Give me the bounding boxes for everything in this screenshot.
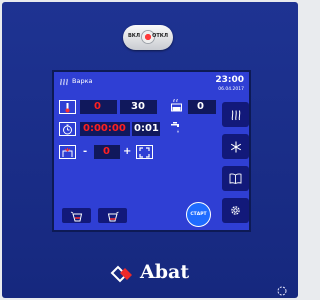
elapsed-time-value: 0:00:00 [83,123,126,134]
fullscreen-button[interactable] [136,145,153,159]
touch-screen: Варка 23:00 06.04.2017 0 30 0 0:00:00 0:… [52,70,251,232]
load-button[interactable] [98,208,127,223]
set-time-value[interactable]: 0:01 [134,123,159,134]
snowflake-icon [230,141,241,152]
start-button[interactable]: СТАРТ [186,202,211,227]
steam-icon [231,109,240,120]
mode-title: Варка [72,77,93,85]
set-temp-value[interactable]: 30 [131,101,145,112]
elapsed-time-box: 0:00:00 [80,122,130,136]
settings-button[interactable] [222,198,249,223]
level-plus-button[interactable]: + [123,146,131,157]
rotate-icon [277,286,287,296]
set-temp-box[interactable]: 30 [120,100,157,114]
power-switch[interactable]: ВКЛ ОТКЛ [123,25,173,50]
recipe-book-button[interactable] [222,166,249,191]
unload-button[interactable] [62,208,91,223]
thermometer-icon [65,102,70,112]
pot-icon[interactable] [170,99,183,113]
steam-icon [60,78,68,86]
clock-date: 06.04.2017 [218,87,244,92]
cup-down-icon [70,211,82,221]
cooking-mode-button[interactable] [222,102,249,127]
stopwatch-icon [63,124,72,134]
clock-time: 23:00 [215,75,244,85]
oven-control-panel: ВКЛ ОТКЛ Варка 23:00 06.04.2017 0 30 0 0… [2,2,298,298]
cooling-button[interactable] [222,134,249,159]
timer-button[interactable] [59,122,76,136]
steam-value-box[interactable]: 0 [188,100,216,114]
door-fan-button[interactable] [59,145,76,159]
water-tap-icon[interactable] [170,121,183,135]
steam-value[interactable]: 0 [197,101,204,112]
brand-name: Abat [140,261,190,283]
set-time-box[interactable]: 0:01 [132,122,160,136]
expand-icon [139,146,150,158]
level-value: 0 [103,146,110,157]
brand-emblem-icon [110,265,132,283]
actual-temp-value: 0 [94,101,101,112]
power-on-label: ВКЛ [128,33,141,39]
brand-logo: Abat [110,261,200,285]
temperature-button[interactable] [59,100,76,114]
level-minus-button[interactable]: - [83,146,87,157]
actual-temp-box: 0 [80,100,117,114]
fan-icon [62,147,73,157]
level-box: 0 [94,145,120,159]
gear-icon [231,206,240,215]
cup-up-icon [107,211,119,221]
book-icon [229,173,242,184]
power-off-label: ОТКЛ [152,33,168,39]
